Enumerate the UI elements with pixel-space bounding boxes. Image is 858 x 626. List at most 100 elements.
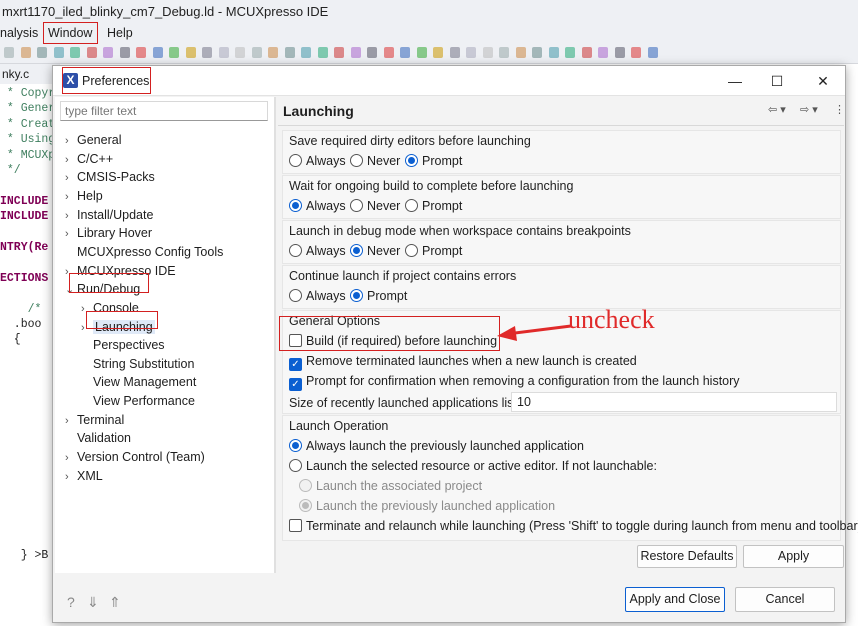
terminate-relaunch-checkbox[interactable]: Terminate and relaunch while launching (… xyxy=(289,518,858,534)
tree-item-string-substitution[interactable]: String Substitution xyxy=(81,355,194,373)
toolbar-tool-icon[interactable] xyxy=(449,47,460,58)
toolbar-tool-icon[interactable] xyxy=(350,47,361,58)
wait-build-always[interactable]: Always xyxy=(289,198,346,214)
toolbar-tool-icon[interactable] xyxy=(185,47,196,58)
chevron-right-icon[interactable]: › xyxy=(65,468,77,486)
toolbar-tool-icon[interactable] xyxy=(367,47,377,58)
tree-item-help[interactable]: › Help xyxy=(65,187,103,205)
toolbar-tool-icon[interactable] xyxy=(103,47,113,58)
toolbar-tool-icon[interactable] xyxy=(53,47,64,58)
maximize-button[interactable]: ☐ xyxy=(765,71,789,91)
save-dirty-prompt[interactable]: Prompt xyxy=(405,153,462,169)
toolbar-tool-icon[interactable] xyxy=(119,47,130,58)
toolbar-tool-icon[interactable] xyxy=(532,47,542,58)
toolbar-tool-icon[interactable] xyxy=(268,47,278,58)
continue-errors-always[interactable]: Always xyxy=(289,288,346,304)
chevron-right-icon[interactable]: › xyxy=(65,151,77,169)
toolbar-tool-icon[interactable] xyxy=(317,47,328,58)
toolbar-tool-icon[interactable] xyxy=(466,47,476,58)
tree-item-mcuxpresso-ide[interactable]: › MCUXpresso IDE xyxy=(65,262,176,280)
selected-resource-radio[interactable]: Launch the selected resource or active e… xyxy=(289,458,657,474)
build-before-launch-checkbox[interactable]: Build (if required) before launching xyxy=(289,333,497,349)
toolbar-tool-icon[interactable] xyxy=(647,47,658,58)
debug-mode-always[interactable]: Always xyxy=(289,243,346,259)
toolbar-tool-icon[interactable] xyxy=(499,47,509,58)
chevron-right-icon[interactable]: › xyxy=(81,319,93,337)
toolbar-tool-icon[interactable] xyxy=(383,47,394,58)
toolbar-tool-icon[interactable] xyxy=(565,47,575,58)
prompt-confirm-checkbox[interactable]: ✓ Prompt for confirmation when removing a… xyxy=(289,373,740,391)
toolbar-tool-icon[interactable] xyxy=(37,47,47,58)
toolbar-tool-icon[interactable] xyxy=(416,47,427,58)
wait-build-never[interactable]: Never xyxy=(350,198,400,214)
menu-analysis[interactable]: nalysis xyxy=(0,22,38,44)
toolbar-tool-icon[interactable] xyxy=(251,47,262,58)
tree-item-validation[interactable]: Validation xyxy=(65,429,131,447)
always-previous-radio[interactable]: Always launch the previously launched ap… xyxy=(289,438,584,454)
chevron-right-icon[interactable]: › xyxy=(65,225,77,243)
toolbar-tool-icon[interactable] xyxy=(515,47,526,58)
chevron-right-icon[interactable]: › xyxy=(65,412,77,430)
tree-item-launching[interactable]: › Launching xyxy=(81,318,155,336)
tree-item-cmsis-packs[interactable]: › CMSIS-Packs xyxy=(65,168,155,186)
toolbar-tool-icon[interactable] xyxy=(334,47,344,58)
chevron-right-icon[interactable]: › xyxy=(65,207,77,225)
export-icon[interactable]: ⇑ xyxy=(109,594,121,611)
tree-item-install-update[interactable]: › Install/Update xyxy=(65,206,153,224)
wait-build-prompt[interactable]: Prompt xyxy=(405,198,462,214)
editor-tab[interactable]: nky.c xyxy=(0,64,60,84)
help-icon[interactable]: ? xyxy=(67,594,75,610)
menu-window[interactable]: Window xyxy=(48,22,92,44)
toolbar-tool-icon[interactable] xyxy=(301,47,311,58)
tree-item-view-management[interactable]: View Management xyxy=(81,373,196,391)
remove-terminated-checkbox[interactable]: ✓ Remove terminated launches when a new l… xyxy=(289,353,637,371)
toolbar-tool-icon[interactable] xyxy=(235,47,245,58)
tree-item-library-hover[interactable]: › Library Hover xyxy=(65,224,152,242)
save-dirty-always[interactable]: Always xyxy=(289,153,346,169)
toolbar-tool-icon[interactable] xyxy=(86,47,97,58)
tree-item-perspectives[interactable]: Perspectives xyxy=(81,336,165,354)
toolbar-tool-icon[interactable] xyxy=(218,47,229,58)
toolbar-tool-icon[interactable] xyxy=(20,47,31,58)
restore-defaults-button[interactable]: Restore Defaults xyxy=(637,545,737,568)
chevron-right-icon[interactable]: › xyxy=(65,169,77,187)
chevron-down-icon[interactable]: ⌄ xyxy=(65,281,77,299)
tree-item-view-performance[interactable]: View Performance xyxy=(81,392,195,410)
debug-mode-prompt[interactable]: Prompt xyxy=(405,243,462,259)
toolbar-tool-icon[interactable] xyxy=(400,47,410,58)
save-dirty-never[interactable]: Never xyxy=(350,153,400,169)
toolbar-tool-icon[interactable] xyxy=(70,47,80,58)
toolbar-tool-icon[interactable] xyxy=(152,47,163,58)
toolbar-tool-icon[interactable] xyxy=(202,47,212,58)
chevron-right-icon[interactable]: › xyxy=(65,263,77,281)
toolbar-tool-icon[interactable] xyxy=(581,47,592,58)
apply-button[interactable]: Apply xyxy=(743,545,844,568)
cancel-button[interactable]: Cancel xyxy=(735,587,835,612)
tree-item-xml[interactable]: › XML xyxy=(65,467,103,485)
filter-input[interactable]: type filter text xyxy=(60,101,268,121)
chevron-right-icon[interactable]: › xyxy=(65,188,77,206)
debug-mode-never[interactable]: Never xyxy=(350,243,400,259)
toolbar-tool-icon[interactable] xyxy=(4,47,14,58)
toolbar-tool-icon[interactable] xyxy=(631,47,641,58)
toolbar-tool-icon[interactable] xyxy=(433,47,443,58)
import-icon[interactable]: ⇓ xyxy=(87,594,99,611)
code-editor[interactable]: * Copyr * Gener * Creat * Using * MCUXp … xyxy=(0,84,60,626)
close-button[interactable]: ✕ xyxy=(811,71,835,91)
toolbar-tool-icon[interactable] xyxy=(169,47,179,58)
tree-item-console[interactable]: › Console xyxy=(81,299,139,317)
toolbar-tool-icon[interactable] xyxy=(548,47,559,58)
back-icon[interactable]: ⇦ ▾ xyxy=(768,103,786,116)
tree-item-mcuxpresso-config-tools[interactable]: MCUXpresso Config Tools xyxy=(65,243,223,261)
continue-errors-prompt[interactable]: Prompt xyxy=(350,288,407,304)
tree-item-run-debug[interactable]: ⌄ Run/Debug xyxy=(65,280,140,298)
more-icon[interactable]: ⋮ xyxy=(834,103,845,116)
tree-item-terminal[interactable]: › Terminal xyxy=(65,411,124,429)
chevron-right-icon[interactable]: › xyxy=(81,300,93,318)
chevron-right-icon[interactable]: › xyxy=(65,132,77,150)
toolbar-tool-icon[interactable] xyxy=(482,47,493,58)
tree-item-general[interactable]: › General xyxy=(65,131,121,149)
toolbar-tool-icon[interactable] xyxy=(614,47,625,58)
toolbar-tool-icon[interactable] xyxy=(598,47,608,58)
tree-item-c-c[interactable]: › C/C++ xyxy=(65,150,113,168)
